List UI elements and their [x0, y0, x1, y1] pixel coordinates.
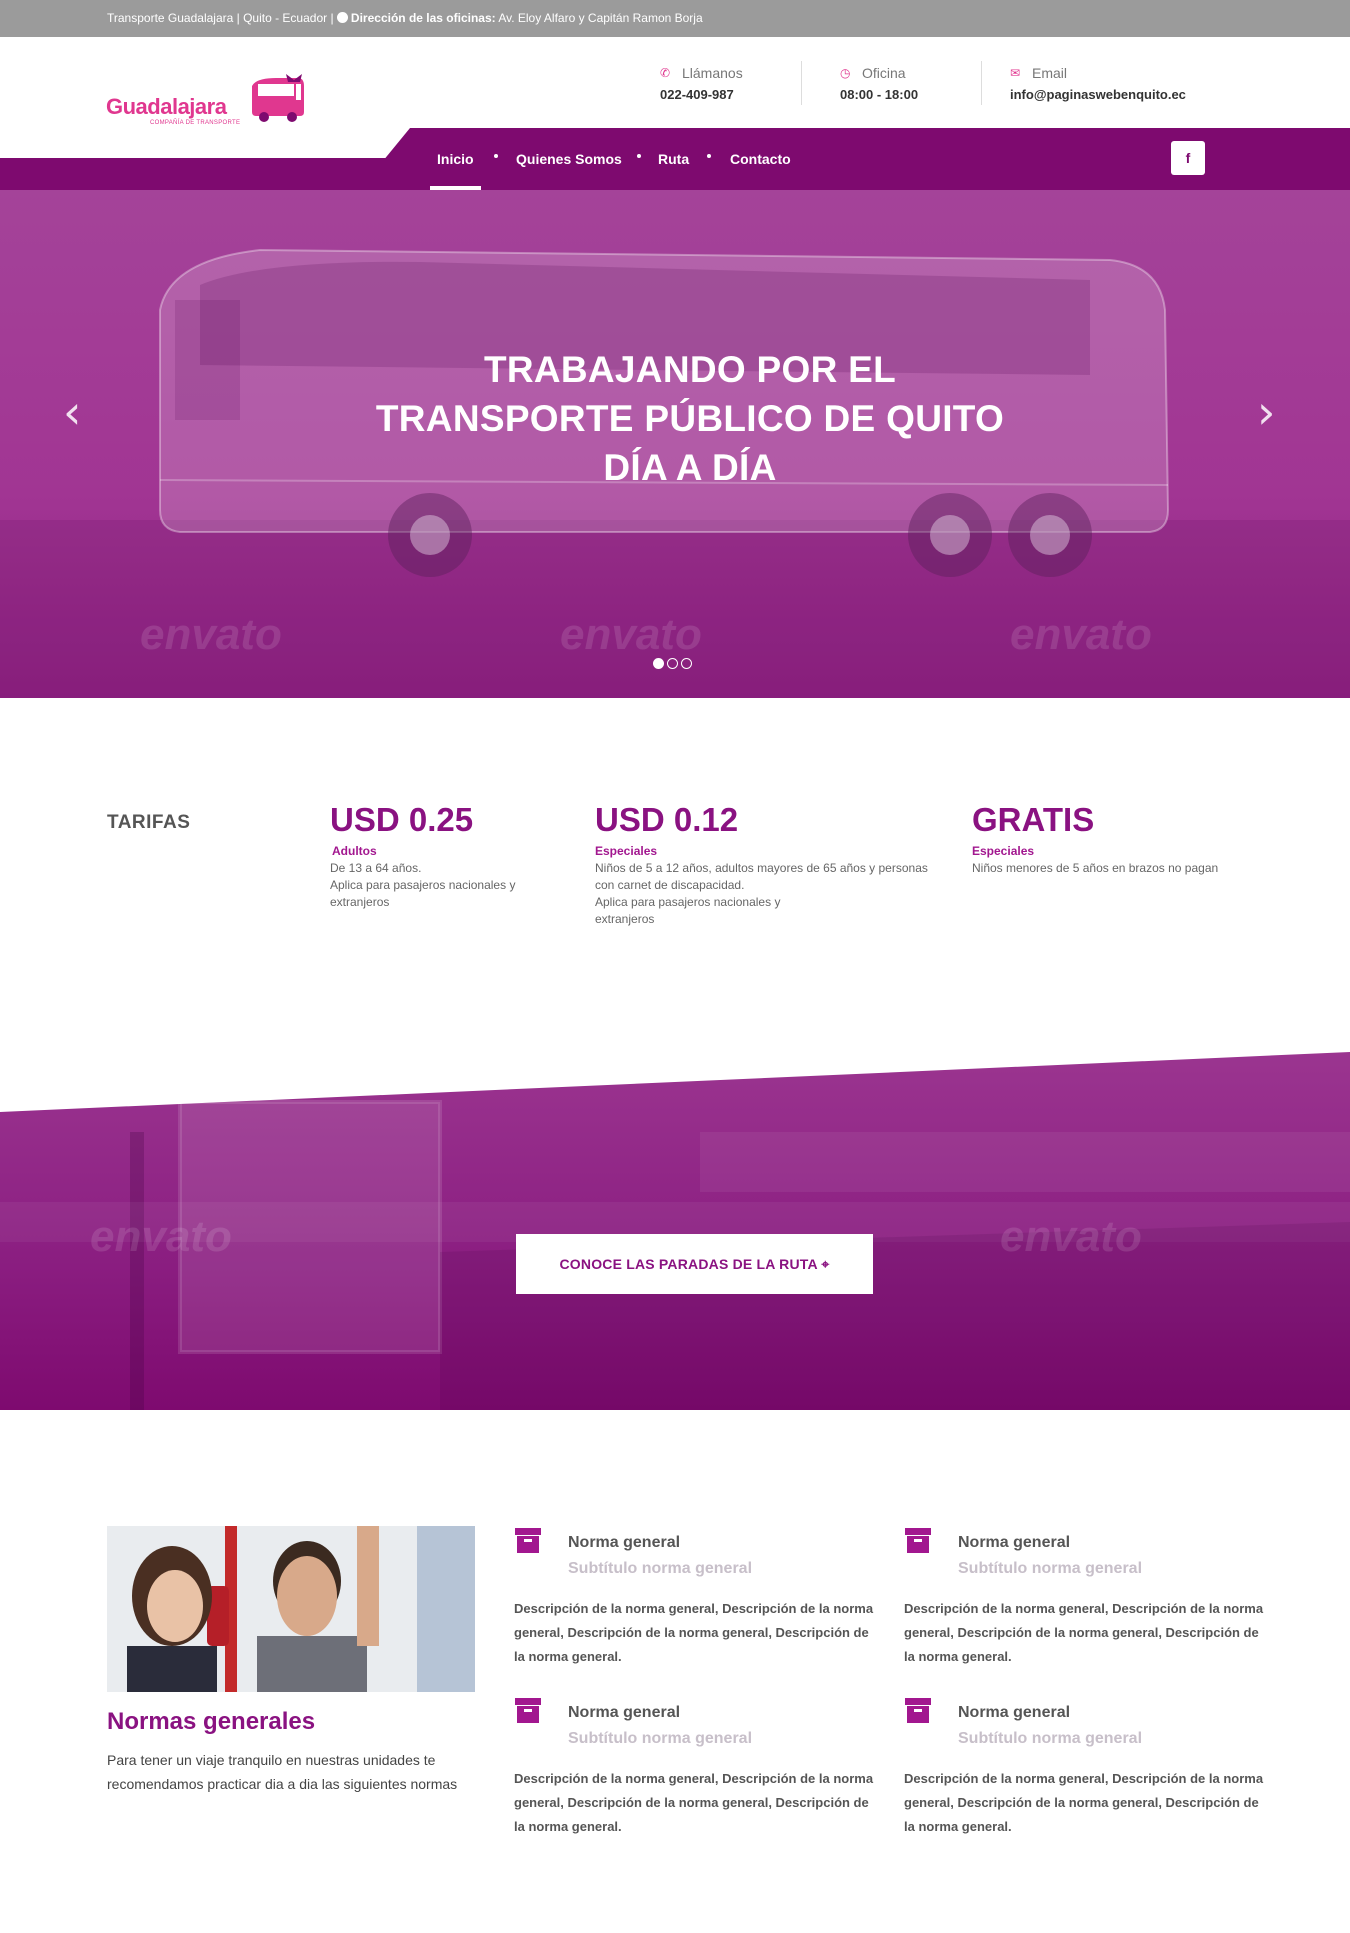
contact-phone-value[interactable]: 022-409-987	[660, 87, 743, 102]
tarifa-adultos: USD 0.25 Adultos De 13 a 64 años. Aplica…	[330, 800, 560, 911]
slider-prev-icon[interactable]: ‹	[63, 385, 81, 439]
hero-title-line1: TRABAJANDO POR EL	[483, 349, 897, 390]
phone-icon: ✆	[660, 66, 671, 80]
contact-email-label: Email	[1032, 65, 1068, 81]
norma-description: Descripción de la norma general, Descrip…	[904, 1601, 1264, 1664]
contact-phone-label: Llámanos	[682, 65, 743, 81]
norma-subtitle: Subtítulo norma general	[958, 1730, 1143, 1747]
slider-dot[interactable]	[653, 658, 664, 669]
main-nav: Inicio Quienes Somos Ruta Contacto f	[0, 128, 1350, 190]
topbar-address-label: Dirección de las oficinas:	[350, 11, 496, 25]
norma-title: Norma general	[958, 1704, 1071, 1721]
archive-box-icon	[515, 1698, 541, 1723]
nav-separator	[637, 154, 641, 158]
norma-description: Descripción de la norma general, Descrip…	[514, 1601, 874, 1664]
slider-next-icon[interactable]: ›	[1257, 385, 1275, 439]
contact-hours-label: Oficina	[862, 65, 906, 81]
hero-title-line3: DÍA A DÍA	[603, 447, 777, 488]
top-info-bar: Transporte Guadalajara | Quito - Ecuador…	[0, 0, 1350, 37]
nav-item-ruta[interactable]: Ruta	[658, 151, 689, 167]
archive-box-icon	[905, 1528, 931, 1553]
normas-intro: Para tener un viaje tranquilo en nuestra…	[107, 1752, 458, 1792]
contact-hours-value: 08:00 - 18:00	[840, 87, 919, 102]
nav-separator	[707, 154, 711, 158]
envelope-icon: ✉	[1010, 66, 1021, 80]
route-stops-button-label: CONOCE LAS PARADAS DE LA RUTA	[559, 1256, 818, 1272]
hero-title: TRABAJANDO POR EL TRANSPORTE PÚBLICO DE …	[0, 345, 1350, 492]
norma-title: Norma general	[568, 1534, 681, 1551]
topbar-address: Av. Eloy Alfaro y Capitán Ramon Borja	[498, 11, 703, 25]
watermark: envato	[560, 610, 702, 659]
norma-subtitle: Subtítulo norma general	[568, 1560, 753, 1577]
divider	[801, 61, 802, 105]
tarifa-price: USD 0.12	[595, 801, 739, 838]
tarifa-category: Especiales	[972, 844, 1035, 858]
tarifa-price: GRATIS	[972, 801, 1095, 838]
tarifa-category: Adultos	[332, 844, 377, 858]
map-marker-icon: ⌖	[821, 1256, 830, 1272]
norma-description: Descripción de la norma general, Descrip…	[514, 1771, 874, 1834]
divider	[981, 61, 982, 105]
nav-separator	[494, 154, 498, 158]
tarifa-especiales: USD 0.12 Especiales Niños de 5 a 12 años…	[595, 800, 935, 928]
top-info-text: Transporte Guadalajara | Quito - Ecuador…	[107, 11, 703, 25]
slider-dot[interactable]	[681, 658, 692, 669]
norma-subtitle: Subtítulo norma general	[958, 1560, 1143, 1577]
hero-slider: envato envato envato TRABAJANDO POR EL T…	[0, 190, 1350, 698]
slider-dot[interactable]	[667, 658, 678, 669]
contact-hours: ◷ Oficina 08:00 - 18:00	[840, 65, 918, 102]
tarifa-description: De 13 a 64 años. Aplica para pasajeros n…	[330, 861, 516, 909]
watermark: envato	[1010, 610, 1152, 659]
route-banner: envato envato	[0, 1052, 1350, 1410]
nav-item-contacto[interactable]: Contacto	[730, 151, 791, 167]
contact-phone: ✆ Llámanos 022-409-987	[660, 65, 743, 102]
archive-box-icon	[905, 1698, 931, 1723]
route-stops-button[interactable]: CONOCE LAS PARADAS DE LA RUTA ⌖	[516, 1234, 873, 1294]
clock-icon: ◷	[840, 66, 851, 80]
normas-title: Normas generales	[107, 1708, 316, 1735]
logo[interactable]: Guadalajara COMPAÑÍA DE TRANSPORTE	[106, 72, 306, 132]
hero-title-line2: TRANSPORTE PÚBLICO DE QUITO	[375, 398, 1005, 439]
watermark: envato	[1000, 1212, 1142, 1261]
contact-email-value[interactable]: info@paginaswebenquito.ec	[1010, 87, 1186, 102]
tarifa-category: Especiales	[595, 844, 658, 858]
tarifas-heading: TARIFAS	[107, 812, 191, 833]
topbar-company: Transporte Guadalajara | Quito - Ecuador…	[107, 11, 334, 25]
nav-item-inicio[interactable]: Inicio	[430, 151, 481, 190]
archive-box-icon	[515, 1528, 541, 1553]
bus-logo-icon	[252, 74, 304, 122]
logo-subtitle: COMPAÑÍA DE TRANSPORTE	[150, 120, 241, 126]
watermark: envato	[90, 1212, 232, 1261]
norma-title: Norma general	[958, 1534, 1071, 1551]
facebook-icon[interactable]: f	[1171, 141, 1205, 175]
norma-subtitle: Subtítulo norma general	[568, 1730, 753, 1747]
tarifa-price: USD 0.25	[330, 801, 474, 838]
slider-dots	[653, 656, 695, 674]
tarifa-description: Niños de 5 a 12 años, adultos mayores de…	[595, 861, 928, 926]
norma-description: Descripción de la norma general, Descrip…	[904, 1771, 1264, 1834]
tarifa-gratis: GRATIS Especiales Niños menores de 5 año…	[972, 800, 1292, 877]
globe-icon	[336, 12, 348, 23]
norma-title: Norma general	[568, 1704, 681, 1721]
nav-item-quienes-somos[interactable]: Quienes Somos	[516, 151, 622, 167]
logo-text: Guadalajara	[106, 94, 227, 119]
passengers-photo	[107, 1526, 475, 1692]
contact-email: ✉ Email info@paginaswebenquito.ec	[1010, 65, 1186, 102]
watermark: envato	[140, 610, 282, 659]
tarifa-description: Niños menores de 5 años en brazos no pag…	[972, 861, 1219, 875]
